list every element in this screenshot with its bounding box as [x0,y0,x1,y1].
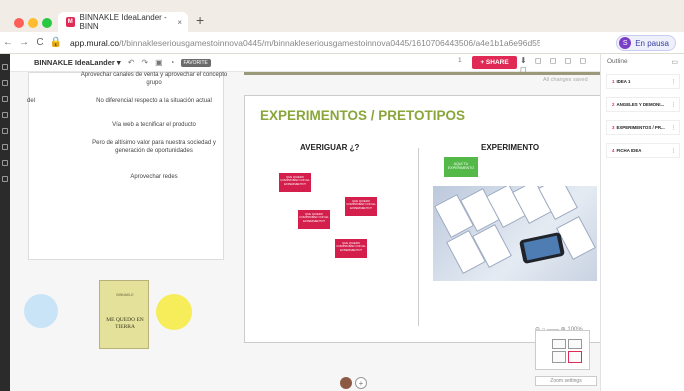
url-field[interactable]: app.mural.co/t/binnakleseriousgamestoinn… [70,38,540,48]
browser-tab[interactable]: M BINNAKLE IdeaLander - BINN × [58,12,188,32]
new-tab-button[interactable]: + [196,12,204,28]
minimap-frame [552,351,566,363]
experiments-frame[interactable]: EXPERIMENTOS / PRETOTIPOS AVERIGUAR ¿? E… [244,95,603,343]
template-tool-icon[interactable] [2,144,8,150]
wireframes-photo[interactable] [433,186,597,281]
tab-title: BINNAKLE IdeaLander - BINN [79,13,167,31]
outline-item-2[interactable]: 2 ANGELES Y DEMONI... ⋮ [606,97,680,112]
board-name-dropdown[interactable]: BINNAKLE IdeaLander ▾ [34,58,121,67]
minimap-viewport [568,351,582,363]
left-text-5: Aprovechar redes [130,174,178,180]
outline-title: Outline [607,58,628,65]
zoom-settings-button[interactable]: Zoom settings [535,376,597,386]
lock-icon: 🔒 [49,37,63,48]
add-collaborator-button[interactable]: + [355,377,367,389]
more-icon[interactable]: ⋮ [671,125,676,131]
left-text-3: Vía web a tecnificar el producto [112,122,196,128]
green-sticky-note[interactable]: AQUÍ TU EXPERIMENTO [444,157,478,177]
saved-status: All changes saved [543,77,588,83]
reload-icon[interactable]: C [32,37,48,48]
left-text-4: Pero de altísimo valor para nuestra soci… [92,140,216,155]
left-fragment: del [27,98,36,104]
avatar[interactable] [340,377,352,389]
minimize-window-button[interactable] [28,18,38,28]
back-icon[interactable]: ← [0,37,16,48]
image-tool-icon[interactable] [2,128,8,134]
maximize-window-button[interactable] [42,18,52,28]
favorite-badge[interactable]: FAVORITE [180,58,211,67]
outline-item-4[interactable]: 4 FICHA IDEA ⋮ [606,143,680,158]
redo-icon[interactable]: ↷ [141,58,148,67]
profile-button[interactable]: S En pausa [616,35,676,51]
draw-tool-icon[interactable] [2,176,8,182]
column-left-title: AVERIGUAR ¿? [300,143,360,152]
sticky-note[interactable]: QUE QUIERO COMPROBAR CON EL EXPERIMENTO? [335,239,367,258]
left-text-2: No diferencial respecto a la situación a… [96,98,212,104]
yellow-circle[interactable] [156,294,192,330]
minimap[interactable] [535,330,590,370]
sticky-note[interactable]: QUE QUIERO COMPROBAR CON EL EXPERIMENTO? [279,173,311,192]
outline-item-1[interactable]: 1 IDEA 1 ⋮ [606,74,680,89]
phone-image [518,231,566,265]
close-window-button[interactable] [14,18,24,28]
more-icon[interactable]: ⋮ [671,102,676,108]
sticky-note[interactable]: QUE QUIERO COMPROBAR CON EL EXPERIMENTO? [298,210,330,229]
close-tab-icon[interactable]: × [177,18,182,27]
undo-icon[interactable]: ↶ [128,58,135,67]
book-title: ME QUEDO EN TIERRA [106,317,144,331]
share-button[interactable]: + SHARE [472,56,517,69]
minimap-frame [568,339,582,349]
column-divider [418,148,419,326]
board-title: EXPERIMENTOS / PRETOTIPOS [260,108,466,123]
text-tool-icon[interactable] [2,80,8,86]
file-tool-icon[interactable] [2,160,8,166]
avatar: S [619,37,632,49]
frame-tool-icon[interactable] [2,112,8,118]
column-right-title: EXPERIMENTO [481,143,540,152]
sticky-tool-icon[interactable] [2,64,8,70]
blue-circle[interactable] [24,294,58,328]
address-bar: ← → C 🔒 app.mural.co/t/binnakleseriousga… [0,32,684,54]
collapse-outline-icon[interactable]: ▭ [671,58,678,66]
mural-toolbar: BINNAKLE IdeaLander ▾ ↶ ↷ ▣ ◔ FAVORITE 1… [10,54,600,74]
minimap-frame [552,339,566,349]
outline-item-3[interactable]: 3 EXPERIMENTOS / PR... ⋮ [606,120,680,135]
left-text-1: Aprovechar canales de venta y aprovechar… [80,72,228,87]
people-count: 1 [458,57,462,64]
sticky-note[interactable]: QUE QUIERO COMPROBAR CON EL EXPERIMENTO? [345,197,377,216]
outline-panel: Outline ▭ 1 IDEA 1 ⋮ 2 ANGELES Y DEMONI... ⋮… [600,54,684,391]
browser-window: M BINNAKLE IdeaLander - BINN × + ← → C 🔒… [0,0,684,391]
collaborators: + [340,377,367,389]
book-cover[interactable]: BINNAKLE ME QUEDO EN TIERRA [99,280,149,349]
left-card[interactable]: Aprovechar canales de venta y aprovechar… [28,72,227,260]
mural-canvas[interactable]: All changes saved Aprovechar canales de … [10,72,607,391]
forward-icon[interactable]: → [16,37,32,48]
more-icon[interactable]: ⋮ [671,148,676,154]
profile-status: En pausa [635,38,669,48]
shape-tool-icon[interactable] [2,96,8,102]
timer-icon[interactable]: ◔ [170,58,175,67]
frame-top-edge [244,72,607,75]
book-brand: BINNAKLE [116,293,134,297]
outline-icon[interactable]: ▣ [155,58,163,67]
left-tool-rail [0,54,10,391]
mural-favicon-icon: M [66,17,75,27]
more-icon[interactable]: ⋮ [671,79,676,85]
